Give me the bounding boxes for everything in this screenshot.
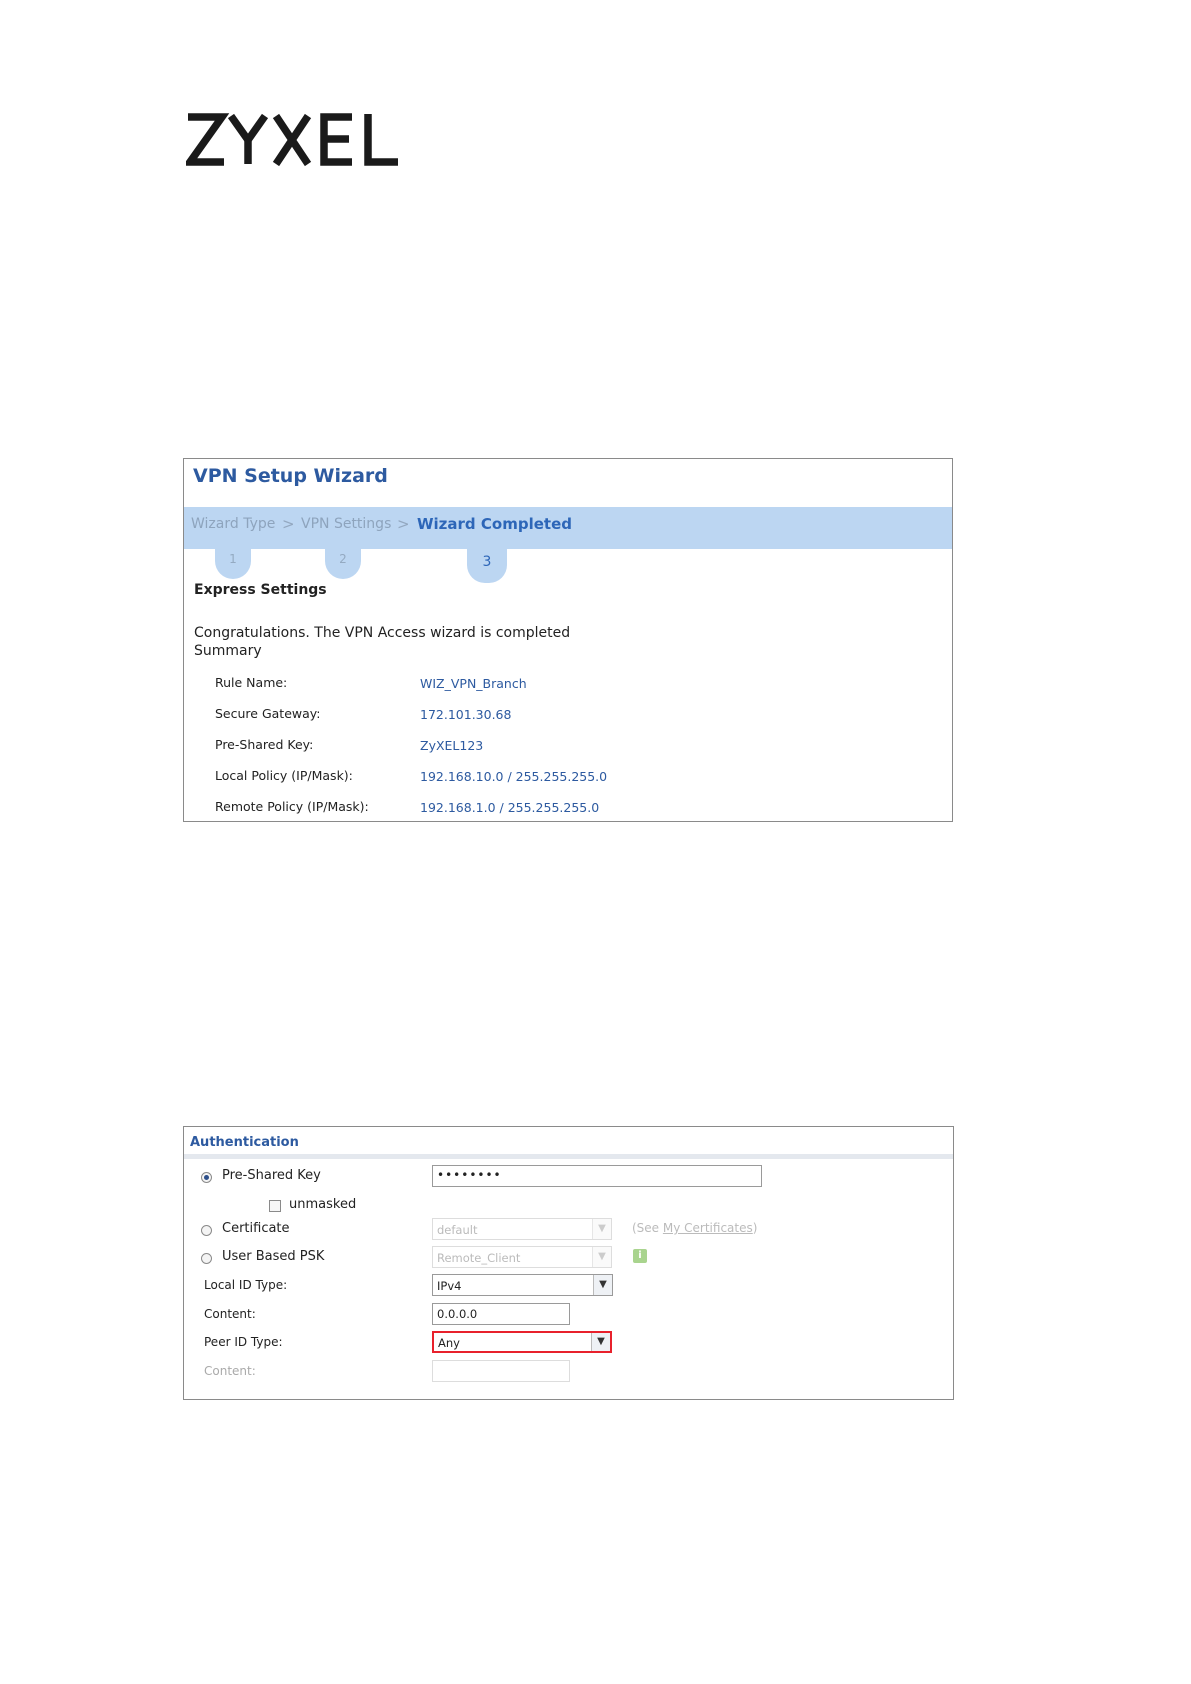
- step-number-1: 1: [215, 547, 251, 579]
- user-based-psk-select-value: Remote_Client: [437, 1251, 521, 1265]
- summary-heading: Summary: [194, 643, 262, 659]
- peer-content-label: Content:: [204, 1364, 256, 1378]
- note-prefix: (See: [632, 1221, 663, 1235]
- summary-row-secure-gateway: Secure Gateway: 172.101.30.68: [215, 706, 935, 726]
- summary-label: Remote Policy (IP/Mask):: [215, 799, 369, 814]
- authentication-heading: Authentication: [190, 1135, 299, 1150]
- express-settings-heading: Express Settings: [194, 582, 327, 598]
- unmasked-checkbox[interactable]: [269, 1200, 281, 1212]
- info-icon[interactable]: i: [633, 1249, 647, 1263]
- certificate-radio[interactable]: [201, 1225, 212, 1236]
- summary-label: Secure Gateway:: [215, 706, 321, 721]
- summary-row-local-policy: Local Policy (IP/Mask): 192.168.10.0 / 2…: [215, 768, 935, 788]
- user-based-psk-select[interactable]: Remote_Client ▼: [432, 1246, 612, 1268]
- pre-shared-key-input[interactable]: ••••••••: [432, 1165, 762, 1187]
- summary-value: ZyXEL123: [420, 738, 484, 753]
- certificate-select[interactable]: default ▼: [432, 1218, 612, 1240]
- unmasked-label: unmasked: [289, 1197, 357, 1212]
- step-number-3: 3: [467, 547, 507, 583]
- step-wizard-type[interactable]: Wizard Type: [191, 516, 275, 532]
- step-wizard-completed[interactable]: Wizard Completed: [417, 515, 572, 533]
- chevron-right-icon: >: [282, 515, 295, 533]
- section-divider: [184, 1154, 953, 1159]
- summary-value: WIZ_VPN_Branch: [420, 676, 527, 691]
- my-certificates-link[interactable]: My Certificates: [663, 1221, 753, 1235]
- local-content-label: Content:: [204, 1307, 256, 1321]
- wizard-title: VPN Setup Wizard: [193, 465, 388, 487]
- peer-id-type-select[interactable]: Any ▼: [432, 1331, 612, 1353]
- certificate-select-value: default: [437, 1223, 478, 1237]
- congratulations-text: Congratulations. The VPN Access wizard i…: [194, 625, 571, 641]
- chevron-down-icon: ▼: [592, 1247, 611, 1267]
- local-id-type-select[interactable]: IPv4 ▼: [432, 1274, 613, 1296]
- step-number-2: 2: [325, 547, 361, 579]
- summary-row-pre-shared-key: Pre-Shared Key: ZyXEL123: [215, 737, 935, 757]
- user-based-psk-radio[interactable]: [201, 1253, 212, 1264]
- pre-shared-key-radio[interactable]: [201, 1172, 212, 1183]
- local-id-type-label: Local ID Type:: [204, 1278, 288, 1292]
- zyxel-logo: [182, 112, 402, 168]
- wizard-steps-bar: Wizard Type > VPN Settings > Wizard Comp…: [184, 507, 952, 549]
- summary-label: Pre-Shared Key:: [215, 737, 314, 752]
- step-vpn-settings[interactable]: VPN Settings: [301, 516, 391, 532]
- authentication-panel: Authentication Pre-Shared Key •••••••• u…: [183, 1126, 954, 1400]
- peer-content-input[interactable]: [432, 1360, 570, 1382]
- pre-shared-key-label: Pre-Shared Key: [222, 1168, 321, 1183]
- summary-row-rule-name: Rule Name: WIZ_VPN_Branch: [215, 675, 935, 695]
- summary-label: Rule Name:: [215, 675, 288, 690]
- local-id-type-value: IPv4: [437, 1279, 462, 1293]
- peer-id-type-value: Any: [438, 1336, 460, 1350]
- certificate-label: Certificate: [222, 1221, 290, 1236]
- summary-value: 192.168.10.0 / 255.255.255.0: [420, 769, 608, 784]
- chevron-down-icon: ▼: [592, 1219, 611, 1239]
- summary-row-remote-policy: Remote Policy (IP/Mask): 192.168.1.0 / 2…: [215, 799, 935, 819]
- vpn-setup-wizard-panel: VPN Setup Wizard Wizard Type > VPN Setti…: [183, 458, 953, 822]
- chevron-down-icon: ▼: [593, 1275, 612, 1295]
- chevron-right-icon: >: [397, 515, 410, 533]
- summary-label: Local Policy (IP/Mask):: [215, 768, 353, 783]
- summary-value: 172.101.30.68: [420, 707, 512, 722]
- chevron-down-icon: ▼: [591, 1333, 610, 1351]
- local-content-input[interactable]: 0.0.0.0: [432, 1303, 570, 1325]
- user-based-psk-label: User Based PSK: [222, 1249, 325, 1264]
- note-suffix: ): [752, 1221, 758, 1235]
- see-my-certificates-note: (See My Certificates): [632, 1221, 757, 1235]
- summary-value: 192.168.1.0 / 255.255.255.0: [420, 800, 600, 815]
- peer-id-type-label: Peer ID Type:: [204, 1335, 283, 1349]
- completion-message: Congratulations. The VPN Access wizard i…: [194, 624, 570, 660]
